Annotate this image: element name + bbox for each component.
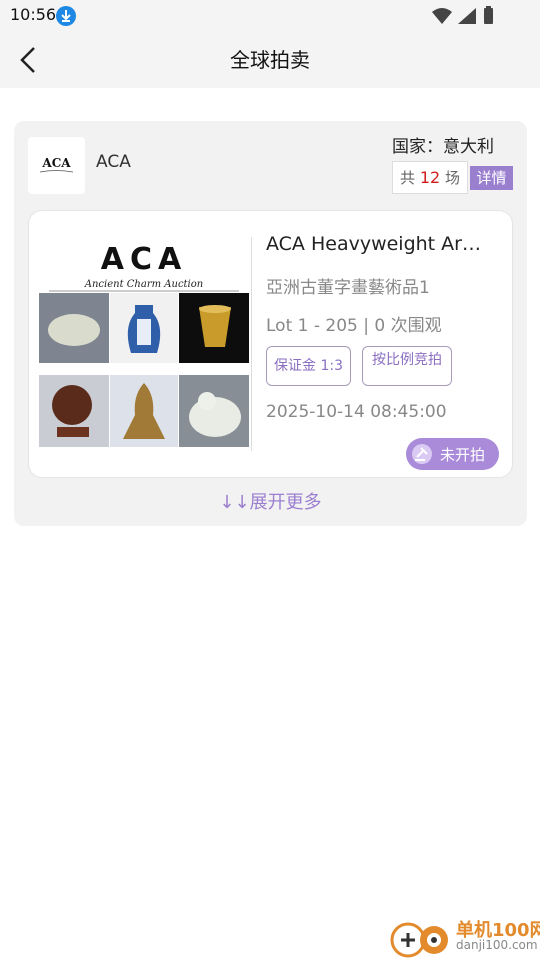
signal-icon [458, 8, 476, 24]
watermark-url: danji100.com [456, 938, 538, 952]
status-icons [430, 6, 510, 26]
lot-date: 2025-10-14 08:45:00 [266, 402, 447, 422]
divider [251, 237, 252, 451]
download-icon [56, 6, 76, 26]
auction-house-card: ACA ACA 国家：意大利 共 12 场 详情 ACA Ancient Cha… [14, 121, 527, 526]
detail-button[interactable]: 详情 [470, 166, 513, 190]
house-name[interactable]: ACA [96, 152, 131, 172]
house-logo[interactable]: ACA [28, 137, 85, 194]
lot-info: Lot 1 - 205 | 0 次围观 [266, 316, 442, 336]
top-bar: 全球拍卖 [0, 32, 540, 88]
svg-text:ACA: ACA [101, 242, 187, 277]
gavel-icon [412, 444, 432, 464]
page-title: 全球拍卖 [230, 48, 310, 72]
lot-subtitle: 亞洲古董字畫藝術品1 [266, 278, 430, 298]
lot-title: ACA Heavyweight Ar… [266, 233, 481, 255]
lot-cover-image: ACA Ancient Charm Auction [39, 235, 249, 447]
status-badge[interactable]: 未开拍 [406, 438, 499, 470]
status-label: 未开拍 [440, 446, 486, 464]
house-country: 国家：意大利 [392, 137, 494, 157]
status-bar: 10:56 [0, 0, 540, 32]
svg-text:Ancient Charm Auction: Ancient Charm Auction [84, 279, 203, 290]
auction-lot-card[interactable]: ACA Ancient Charm Auction ACA Heavyweigh… [28, 210, 513, 478]
battery-icon [484, 8, 493, 24]
watermark: 单机100网 danji100.com [388, 916, 540, 958]
wifi-icon [432, 8, 452, 24]
watermark-logo-icon [390, 922, 448, 958]
svg-text:ACA: ACA [41, 156, 71, 170]
session-count: 共 12 场 [392, 161, 468, 194]
status-time: 10:56 [10, 5, 57, 24]
deposit-tag: 保证金 1:3 [266, 346, 351, 386]
expand-more-button[interactable]: ↓↓展开更多 [14, 488, 527, 514]
proportional-bid-tag: 按比例竞拍 [362, 346, 452, 386]
